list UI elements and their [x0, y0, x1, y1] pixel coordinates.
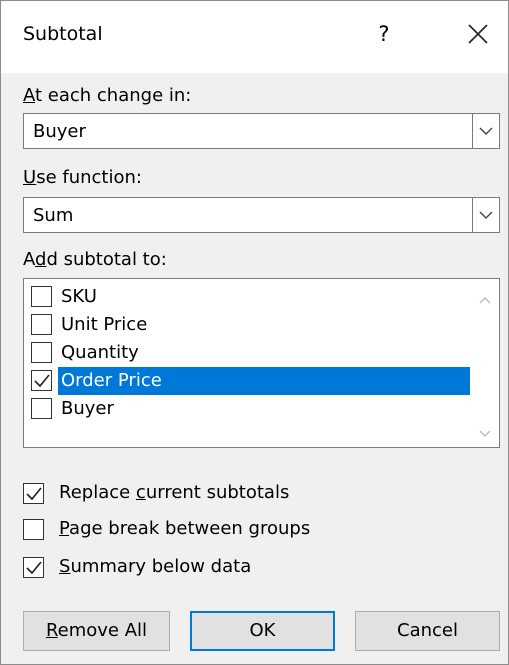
list-item-label: SKU: [61, 286, 97, 307]
use-function-label-text: se function:: [36, 167, 142, 188]
replace-checkbox[interactable]: [23, 483, 44, 504]
chevron-down-icon: [479, 430, 491, 437]
add-subtotal-label-pre: A: [23, 249, 35, 270]
replace-label-rest: urrent subtotals: [145, 482, 290, 503]
list-item-sku[interactable]: SKU: [31, 283, 467, 311]
dialog-title: Subtotal: [23, 23, 103, 45]
checkmark-icon: [26, 561, 42, 575]
title-bar: Subtotal ?: [1, 1, 508, 73]
summary-checkbox[interactable]: [23, 557, 44, 578]
summary-below-data-option[interactable]: Summary below data: [23, 554, 443, 582]
close-button[interactable]: [463, 19, 493, 49]
list-item-label: Quantity: [61, 342, 139, 363]
page-break-label: Page break between groups: [59, 518, 310, 539]
sku-checkbox[interactable]: [31, 286, 52, 307]
use-function-mnemonic: U: [23, 167, 37, 188]
page-break-option[interactable]: Page break between groups: [23, 516, 443, 544]
remove-all-label: emove All: [57, 620, 148, 641]
replace-current-subtotals-option[interactable]: Replace current subtotals: [23, 480, 443, 508]
ok-button[interactable]: OK: [190, 611, 335, 651]
change-in-mnemonic: A: [23, 85, 35, 106]
order-price-checkbox[interactable]: [31, 370, 52, 391]
chevron-down-icon: [479, 127, 493, 135]
change-in-value: Buyer: [33, 121, 86, 142]
cancel-button[interactable]: Cancel: [355, 611, 500, 651]
close-icon: [468, 24, 488, 44]
list-item-label: Order Price: [58, 367, 470, 395]
page-break-mnemonic: P: [59, 518, 70, 539]
replace-label: Replace current subtotals: [59, 482, 289, 503]
summary-label-rest: ummary below data: [70, 556, 252, 577]
subtotal-dialog: Subtotal ? At each change in: Buyer Use …: [0, 0, 509, 665]
list-item-quantity[interactable]: Quantity: [31, 339, 467, 367]
summary-label: Summary below data: [59, 556, 251, 577]
add-subtotal-listbox[interactable]: SKU Unit Price Quantity Order Price Buye…: [23, 278, 500, 448]
use-function-value: Sum: [33, 205, 74, 226]
checkmark-icon: [34, 374, 50, 388]
chevron-down-icon: [479, 211, 493, 219]
page-break-checkbox[interactable]: [23, 519, 44, 540]
list-item-order-price[interactable]: Order Price: [31, 367, 470, 395]
list-item-unit-price[interactable]: Unit Price: [31, 311, 467, 339]
change-in-dropdown[interactable]: Buyer: [23, 113, 500, 149]
unit-price-checkbox[interactable]: [31, 314, 52, 335]
list-item-buyer[interactable]: Buyer: [31, 395, 467, 423]
page-break-label-rest: age break between groups: [69, 518, 311, 539]
scroll-up-button[interactable]: [475, 291, 495, 309]
add-subtotal-label: Add subtotal to:: [23, 249, 167, 270]
chevron-up-icon: [479, 297, 491, 304]
add-subtotal-mnemonic: d: [35, 249, 47, 270]
help-button[interactable]: ?: [369, 19, 399, 49]
change-in-dropdown-button[interactable]: [472, 114, 499, 148]
use-function-label: Use function:: [23, 167, 142, 188]
change-in-label-text: t each change in:: [35, 85, 192, 106]
change-in-label: At each change in:: [23, 85, 191, 106]
remove-all-button[interactable]: Remove All: [23, 611, 170, 651]
scroll-down-button[interactable]: [475, 425, 495, 443]
add-subtotal-label-text: d subtotal to:: [46, 249, 167, 270]
buyer-checkbox[interactable]: [31, 398, 52, 419]
replace-mnemonic: c: [135, 482, 146, 503]
quantity-checkbox[interactable]: [31, 342, 52, 363]
list-item-label: Buyer: [61, 398, 114, 419]
use-function-dropdown-button[interactable]: [472, 198, 499, 232]
summary-mnemonic: S: [59, 556, 71, 577]
checkmark-icon: [26, 487, 42, 501]
replace-label-pre: Replace: [59, 482, 136, 503]
use-function-dropdown[interactable]: Sum: [23, 197, 500, 233]
list-item-label: Unit Price: [61, 314, 148, 335]
remove-all-mnemonic: R: [45, 620, 58, 641]
